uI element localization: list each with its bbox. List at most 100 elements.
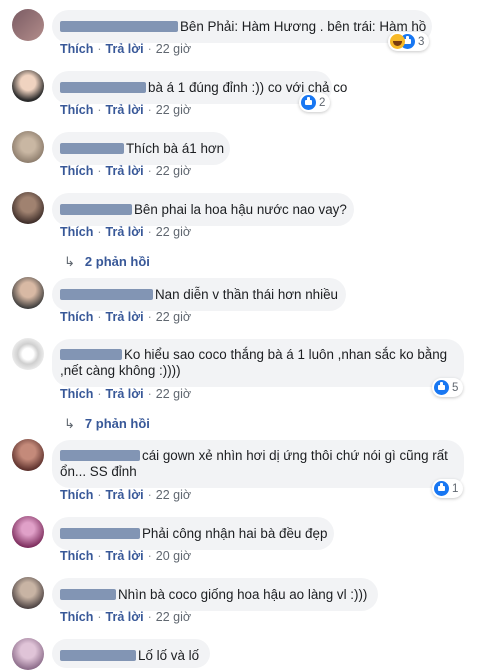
- comment-text-line-1: cái gown xẻ nhìn hơi dị ứng thôi chứ nói…: [142, 448, 448, 463]
- like-link[interactable]: Thích: [60, 103, 93, 117]
- comment-actions: Thích · Trả lời · 22 giờ: [60, 488, 191, 502]
- comment-bubble: Phải công nhận hai bà đều đẹp: [52, 517, 334, 550]
- comment-bubble: Bên Phải: Hàm Hương . bên trái: Hàm hồ: [52, 10, 432, 43]
- comment-text-line-1: Ko hiểu sao coco thắng bà á 1 luôn ,nhan…: [124, 347, 448, 362]
- like-link[interactable]: Thích: [60, 610, 93, 624]
- timestamp[interactable]: 20 giờ: [156, 549, 191, 563]
- reply-link[interactable]: Trả lời: [106, 42, 144, 56]
- redacted-author-name[interactable]: [60, 21, 178, 32]
- comment-actions: Thích · Trả lời · 22 giờ: [60, 610, 191, 624]
- separator: ·: [147, 164, 152, 178]
- separator: ·: [147, 610, 152, 624]
- comment-bubble: Nhìn bà coco giống hoa hậu ao làng vl :)…: [52, 578, 378, 611]
- comment-actions: Thích · Trả lời · 22 giờ: [60, 42, 191, 56]
- reaction-count: 2: [319, 96, 326, 109]
- comment-text-line-2: ,nết càng không :)))): [60, 363, 181, 378]
- view-replies-link[interactable]: ↳ 2 phản hồi: [64, 254, 150, 270]
- separator: ·: [97, 610, 102, 624]
- separator: ·: [147, 225, 152, 239]
- like-link[interactable]: Thích: [60, 549, 93, 563]
- timestamp[interactable]: 22 giờ: [156, 488, 191, 502]
- comment-bubble: Nan diễn v thần thái hơn nhiều: [52, 278, 346, 311]
- like-link[interactable]: Thích: [60, 42, 93, 56]
- reaction-summary[interactable]: 1: [432, 479, 464, 498]
- reply-link[interactable]: Trả lời: [106, 387, 144, 401]
- reply-arrow-icon: ↳: [64, 254, 75, 269]
- redacted-author-name[interactable]: [60, 528, 140, 539]
- separator: ·: [147, 488, 152, 502]
- timestamp[interactable]: 22 giờ: [156, 164, 191, 178]
- comment-actions: Thích · Trả lời · 22 giờ: [60, 164, 191, 178]
- view-replies-link[interactable]: ↳ 7 phản hồi: [64, 416, 150, 432]
- separator: ·: [97, 164, 102, 178]
- reaction-summary[interactable]: 3: [388, 32, 430, 51]
- avatar[interactable]: [12, 516, 44, 548]
- like-link[interactable]: Thích: [60, 164, 93, 178]
- redacted-author-name[interactable]: [60, 450, 140, 461]
- avatar[interactable]: [12, 439, 44, 471]
- like-link[interactable]: Thích: [60, 488, 93, 502]
- separator: ·: [97, 488, 102, 502]
- timestamp[interactable]: 22 giờ: [156, 103, 191, 117]
- timestamp[interactable]: 22 giờ: [156, 387, 191, 401]
- reply-link[interactable]: Trả lời: [106, 225, 144, 239]
- comment-bubble: bà á 1 đúng đỉnh :)) co với chả co: [52, 71, 347, 104]
- avatar[interactable]: [12, 338, 44, 370]
- reaction-count: 1: [452, 482, 459, 495]
- separator: ·: [97, 310, 102, 324]
- comment-text: Lố lố và lố: [138, 648, 200, 663]
- reply-link[interactable]: Trả lời: [106, 488, 144, 502]
- separator: ·: [147, 387, 152, 401]
- comment-bubble: cái gown xẻ nhìn hơi dị ứng thôi chứ nói…: [52, 440, 464, 488]
- comment-text: Thích bà á1 hơn: [126, 141, 225, 156]
- comment-text-line-2: ổn... SS đỉnh: [60, 464, 137, 479]
- reply-link[interactable]: Trả lời: [106, 549, 144, 563]
- separator: ·: [147, 310, 152, 324]
- separator: ·: [97, 103, 102, 117]
- avatar[interactable]: [12, 131, 44, 163]
- timestamp[interactable]: 22 giờ: [156, 225, 191, 239]
- avatar[interactable]: [12, 9, 44, 41]
- haha-icon: [390, 34, 405, 49]
- redacted-author-name[interactable]: [60, 650, 136, 661]
- like-link[interactable]: Thích: [60, 310, 93, 324]
- comment-actions: Thích · Trả lời · 22 giờ: [60, 387, 191, 401]
- separator: ·: [147, 103, 152, 117]
- like-icon: [301, 95, 316, 110]
- redacted-author-name[interactable]: [60, 589, 116, 600]
- reply-link[interactable]: Trả lời: [106, 310, 144, 324]
- separator: ·: [97, 225, 102, 239]
- separator: ·: [97, 387, 102, 401]
- comment-text: Nan diễn v thần thái hơn nhiều: [155, 287, 338, 302]
- comment-text: Nhìn bà coco giống hoa hậu ao làng vl :)…: [118, 587, 368, 602]
- timestamp[interactable]: 22 giờ: [156, 610, 191, 624]
- redacted-author-name[interactable]: [60, 82, 146, 93]
- timestamp[interactable]: 22 giờ: [156, 310, 191, 324]
- redacted-author-name[interactable]: [60, 349, 122, 360]
- separator: ·: [97, 549, 102, 563]
- reply-arrow-icon: ↳: [64, 416, 75, 431]
- avatar[interactable]: [12, 277, 44, 309]
- comment-bubble: Lố lố và lố: [52, 639, 210, 668]
- like-link[interactable]: Thích: [60, 225, 93, 239]
- reply-link[interactable]: Trả lời: [106, 610, 144, 624]
- avatar[interactable]: [12, 70, 44, 102]
- redacted-author-name[interactable]: [60, 204, 132, 215]
- reaction-summary[interactable]: 5: [432, 378, 464, 397]
- avatar[interactable]: [12, 577, 44, 609]
- avatar[interactable]: [12, 192, 44, 224]
- comment-actions: Thích · Trả lời · 22 giờ: [60, 310, 191, 324]
- timestamp[interactable]: 22 giờ: [156, 42, 191, 56]
- comment-bubble: Bên phai la hoa hậu nước nao vay?: [52, 193, 354, 226]
- reaction-summary[interactable]: 2: [299, 93, 331, 112]
- redacted-author-name[interactable]: [60, 143, 124, 154]
- reply-link[interactable]: Trả lời: [106, 164, 144, 178]
- replies-count: 7 phản hồi: [84, 416, 150, 431]
- redacted-author-name[interactable]: [60, 289, 153, 300]
- comment-bubble: Ko hiểu sao coco thắng bà á 1 luôn ,nhan…: [52, 339, 464, 387]
- comment-text: Bên Phải: Hàm Hương . bên trái: Hàm hồ: [180, 19, 427, 34]
- avatar[interactable]: [12, 638, 44, 670]
- comment-actions: Thích · Trả lời · 20 giờ: [60, 549, 191, 563]
- like-link[interactable]: Thích: [60, 387, 93, 401]
- reply-link[interactable]: Trả lời: [106, 103, 144, 117]
